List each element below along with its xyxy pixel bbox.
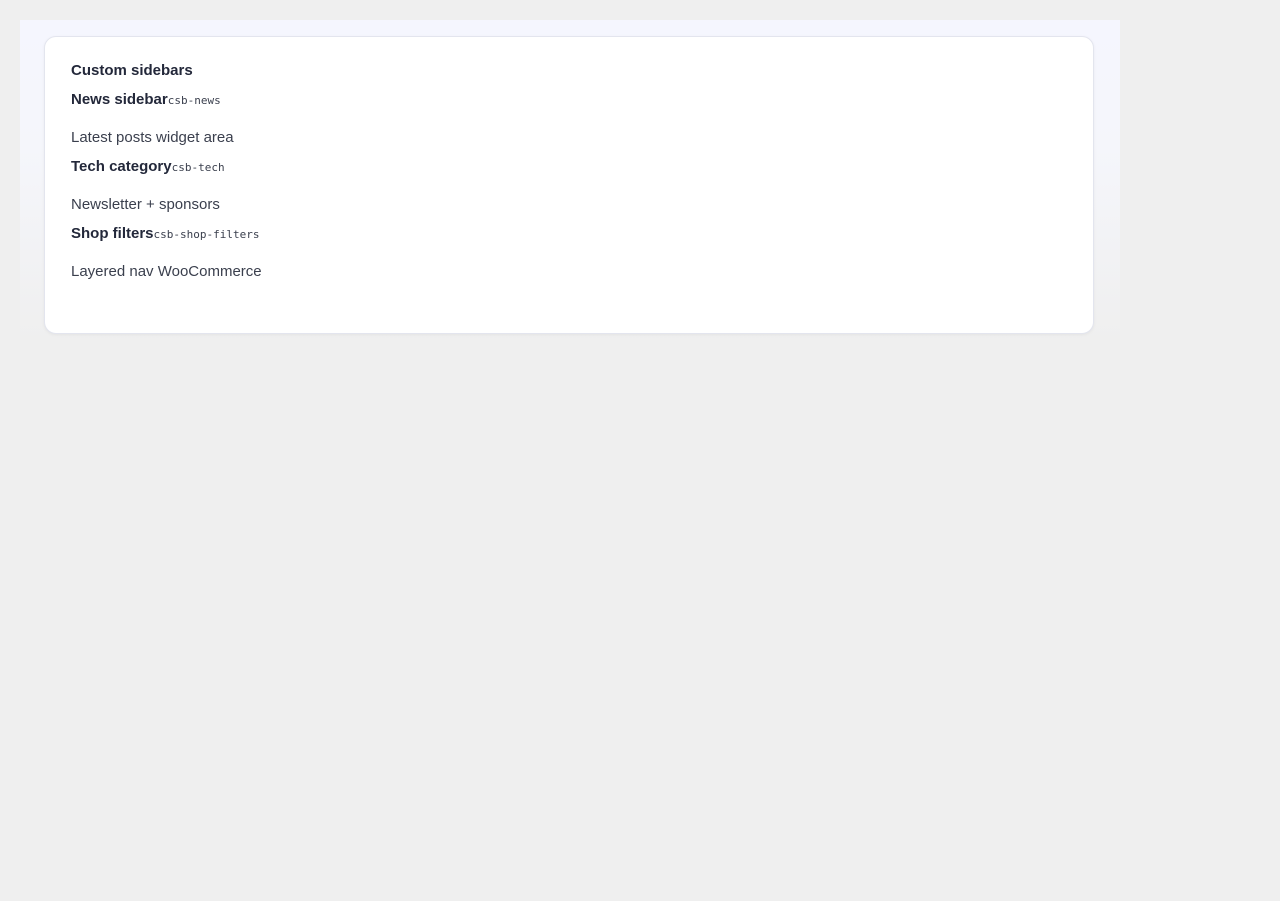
sidebar-item-tech: Tech categorycsb-tech Newsletter + spons… (71, 157, 1067, 215)
sidebar-name: News sidebar (71, 91, 168, 108)
sidebar-name: Shop filters (71, 225, 154, 242)
sidebar-item-news: News sidebarcsb-news Latest posts widget… (71, 90, 1067, 148)
sidebar-name: Tech category (71, 158, 172, 175)
sidebar-slug: csb-shop-filters (153, 228, 260, 241)
sidebar-item-shop: Shop filterscsb-shop-filters Layered nav… (71, 224, 1067, 282)
sidebar-item-header: Shop filterscsb-shop-filters (71, 224, 1067, 245)
sidebar-description: Latest posts widget area (71, 129, 234, 146)
sidebar-slug: csb-tech (171, 161, 225, 174)
sidebar-list: News sidebarcsb-news Latest posts widget… (71, 90, 1067, 282)
panel-title: Custom sidebars (71, 62, 193, 79)
page-background: Custom sidebars News sidebarcsb-news Lat… (20, 20, 1120, 340)
sidebar-slug: csb-news (167, 94, 221, 107)
sidebar-description: Newsletter + sponsors (71, 196, 220, 213)
sidebar-item-header: Tech categorycsb-tech (71, 157, 1067, 178)
custom-sidebars-panel: Custom sidebars News sidebarcsb-news Lat… (44, 36, 1094, 334)
sidebar-description: Layered nav WooCommerce (71, 263, 262, 280)
sidebar-item-header: News sidebarcsb-news (71, 90, 1067, 111)
